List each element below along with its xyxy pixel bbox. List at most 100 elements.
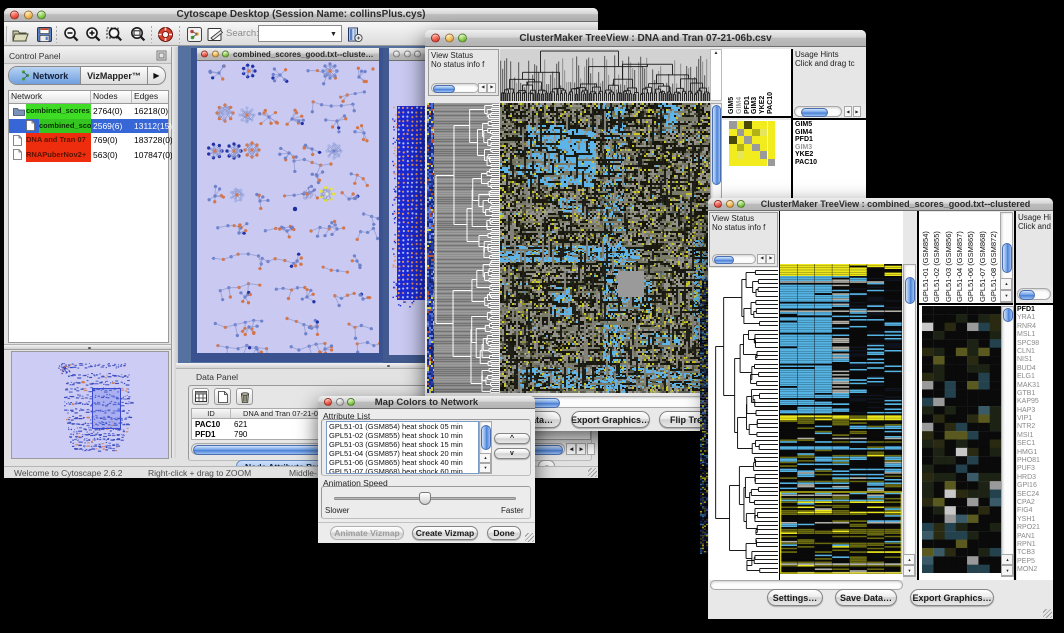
zoom-in-icon[interactable] — [84, 25, 102, 44]
zoom-button[interactable] — [458, 34, 467, 43]
minimize-button[interactable] — [24, 10, 33, 19]
matrix-cell[interactable] — [760, 129, 768, 137]
attribute-list-vscrollbar[interactable]: ▲ ▼ — [479, 421, 492, 474]
matrix-cell[interactable] — [737, 159, 745, 167]
resize-grip[interactable] — [1043, 609, 1052, 618]
gene-label[interactable]: PFD1 — [1017, 306, 1053, 314]
search-input[interactable]: ▼ — [258, 25, 342, 42]
close-button[interactable] — [431, 34, 440, 43]
overview-splitter[interactable] — [4, 344, 171, 350]
gene-label[interactable]: GPI16 — [1017, 482, 1053, 490]
network-row[interactable]: DNA and Tran 07769(0)183728(0) — [9, 133, 168, 148]
resize-grip[interactable] — [588, 468, 597, 477]
zoom-button[interactable] — [414, 51, 421, 58]
gene-label[interactable]: HRD3 — [1017, 474, 1053, 482]
gene-label[interactable]: RPO21 — [1017, 524, 1053, 532]
gene-label[interactable]: RPN1 — [1017, 541, 1053, 549]
treeview2-vscroll-thumb[interactable] — [905, 277, 915, 304]
scroll-left-icon[interactable]: ◀ — [757, 254, 766, 264]
gene-label[interactable]: YRA1 — [1017, 314, 1053, 322]
animate-vizmap-button[interactable]: Animate Vizmap — [330, 526, 404, 540]
network-row[interactable]: RNAPuberNov2+563(0)107847(0) — [9, 148, 168, 163]
treeview2-zoom-vscrollbar[interactable]: ▲ ▼ — [1001, 306, 1014, 577]
save-icon[interactable] — [35, 25, 53, 44]
matrix-cell[interactable] — [737, 144, 745, 152]
treeview1-usage-hscrollbar[interactable] — [794, 106, 842, 117]
gene-label[interactable]: MAK31 — [1017, 382, 1053, 390]
scroll-down-icon[interactable]: ▼ — [1002, 565, 1013, 576]
id-mapper-icon[interactable] — [346, 25, 364, 44]
treeview2-zoom-heatmap[interactable] — [922, 306, 1001, 573]
resize-grip[interactable] — [525, 533, 534, 542]
done-button[interactable]: Done — [487, 526, 521, 540]
scroll-up-icon[interactable]: ▲ — [1001, 278, 1012, 290]
gene-label[interactable]: PHO81 — [1017, 457, 1053, 465]
matrix-cell[interactable] — [768, 136, 776, 144]
matrix-cell[interactable] — [768, 121, 776, 129]
matrix-cell[interactable] — [760, 159, 768, 167]
close-button[interactable] — [10, 10, 19, 19]
matrix-cell[interactable] — [768, 151, 776, 159]
gene-label[interactable]: FIG4 — [1017, 507, 1053, 515]
scroll-left-icon[interactable]: ◀ — [478, 83, 487, 93]
treeview2-status-hscrollbar[interactable] — [712, 254, 756, 264]
minimize-button[interactable] — [404, 51, 411, 58]
gene-label[interactable]: PAN1 — [1017, 533, 1053, 541]
matrix-cell[interactable] — [744, 129, 752, 137]
network-overview-icon[interactable] — [185, 25, 203, 44]
gene-label[interactable]: SEC1 — [1017, 440, 1053, 448]
create-vizmap-button[interactable]: Create Vizmap — [412, 526, 478, 540]
gene-label[interactable]: MSL1 — [1017, 331, 1053, 339]
close-button[interactable] — [324, 398, 332, 406]
main-titlebar[interactable]: Cytoscape Desktop (Session Name: collins… — [4, 8, 598, 22]
attribute-list[interactable]: GPL51-01 (GSM854) heat shock 05 minGPL51… — [326, 421, 479, 474]
treeview2-vscrollbar[interactable]: ▲ ▼ — [903, 264, 916, 577]
close-button[interactable] — [201, 51, 208, 58]
matrix-cell[interactable] — [768, 144, 776, 152]
tab-network[interactable]: Network — [9, 67, 81, 84]
matrix-cell[interactable] — [737, 129, 745, 137]
matrix-cell[interactable] — [744, 151, 752, 159]
settings-button[interactable]: Settings… — [767, 589, 823, 606]
matrix-cell[interactable] — [744, 159, 752, 167]
treeview1-titlebar[interactable]: ClusterMaker TreeView : DNA and Tran 07-… — [425, 30, 866, 47]
treeview1-global-strip[interactable] — [427, 103, 434, 393]
network-view-1-canvas[interactable] — [197, 61, 379, 353]
export-graphics-button[interactable]: Export Graphics… — [910, 589, 994, 606]
treeview2-global-strip[interactable] — [700, 279, 708, 554]
zoom-fit-icon[interactable] — [129, 25, 147, 44]
zoom-button[interactable] — [37, 10, 46, 19]
network-row[interactable]: combined_scores_2764(0)16218(0) — [9, 104, 168, 119]
matrix-cell[interactable] — [729, 136, 737, 144]
treeview1-heatmap[interactable] — [500, 103, 710, 393]
gene-label[interactable]: TCB3 — [1017, 549, 1053, 557]
zoom-button[interactable] — [737, 200, 745, 208]
zoom-button[interactable] — [347, 398, 355, 406]
gene-label[interactable]: CLN1 — [1017, 348, 1053, 356]
matrix-cell[interactable] — [760, 144, 768, 152]
attribute-item[interactable]: GPL51-06 (GSM865) heat shock 40 min — [327, 458, 478, 467]
gene-label[interactable]: BUD4 — [1017, 365, 1053, 373]
minimize-button[interactable] — [726, 200, 734, 208]
matrix-cell[interactable] — [729, 144, 737, 152]
gene-label[interactable]: NTR2 — [1017, 423, 1053, 431]
gene-label[interactable]: HMG1 — [1017, 449, 1053, 457]
gene-label[interactable]: SEC24 — [1017, 491, 1053, 499]
delete-attribute-icon[interactable] — [236, 388, 253, 405]
scroll-down-icon[interactable]: ▼ — [1001, 290, 1012, 302]
tab-overflow-arrow[interactable]: ▶ — [148, 67, 165, 84]
treeview2-usage-hscrollbar[interactable] — [1017, 288, 1051, 300]
close-button[interactable] — [393, 51, 400, 58]
float-panel-icon[interactable] — [156, 50, 167, 61]
column-header-nodes[interactable]: Nodes — [91, 91, 132, 103]
gene-label[interactable]: ELG1 — [1017, 373, 1053, 381]
tab-vizmapper[interactable]: VizMapper™ — [81, 67, 148, 84]
matrix-cell[interactable] — [737, 121, 745, 129]
matrix-cell[interactable] — [744, 121, 752, 129]
gene-label[interactable]: KAP95 — [1017, 398, 1053, 406]
search-dropdown-arrow-icon[interactable]: ▼ — [328, 28, 339, 40]
annotation-icon[interactable] — [206, 25, 224, 44]
gene-label[interactable]: YSH1 — [1017, 516, 1053, 524]
gene-label[interactable]: PEP5 — [1017, 558, 1053, 566]
data-column-id[interactable]: ID — [192, 409, 231, 418]
